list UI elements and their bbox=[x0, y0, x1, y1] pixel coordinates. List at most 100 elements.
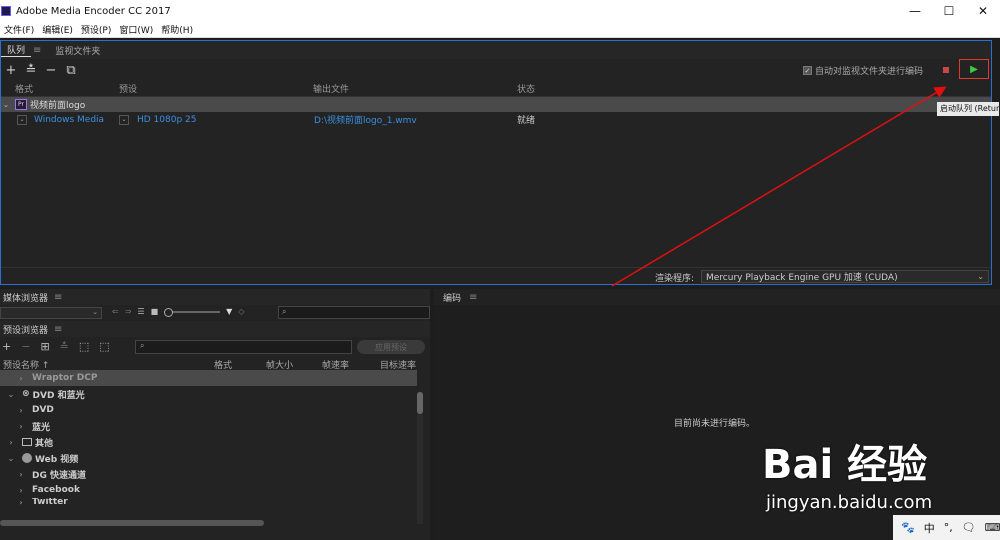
col-format[interactable]: 格式 bbox=[15, 82, 33, 95]
chevron-right-icon[interactable]: › bbox=[16, 374, 26, 383]
minimize-button[interactable]: — bbox=[898, 0, 932, 22]
close-button[interactable]: ✕ bbox=[966, 0, 1000, 22]
col-status[interactable]: 状态 bbox=[517, 82, 535, 95]
import-preset-icon[interactable]: ⬚ bbox=[79, 340, 89, 353]
item-output-file[interactable]: D:\视频前面logo_1.wmv bbox=[314, 113, 417, 126]
format-dropdown-icon[interactable]: ⌄ bbox=[17, 114, 27, 125]
menu-preset[interactable]: 预设(P) bbox=[77, 23, 115, 36]
menu-edit[interactable]: 编辑(E) bbox=[38, 23, 77, 36]
chevron-down-icon[interactable]: ⌄ bbox=[1, 100, 11, 109]
panel-menu-icon[interactable]: ≡ bbox=[54, 324, 62, 335]
chevron-right-icon[interactable]: › bbox=[16, 406, 26, 415]
preset-settings-icon[interactable]: ≛ bbox=[60, 340, 69, 353]
remove-preset-icon[interactable]: − bbox=[21, 340, 30, 353]
preset-row[interactable]: › Facebook bbox=[0, 482, 417, 498]
media-browser-title[interactable]: 媒体浏览器 bbox=[3, 291, 48, 304]
duplicate-icon[interactable]: ⧉ bbox=[61, 63, 81, 78]
start-queue-tooltip: 启动队列 (Return) bbox=[937, 102, 999, 116]
chevron-right-icon[interactable]: › bbox=[6, 438, 16, 447]
settings-sliders-icon[interactable]: ≛ bbox=[21, 63, 41, 78]
preset-row[interactable]: › 蓝光 bbox=[0, 418, 417, 434]
watermark-url: jingyan.baidu.com bbox=[766, 492, 933, 513]
preset-horizontal-scrollbar[interactable] bbox=[0, 520, 264, 526]
col-preset[interactable]: 预设 bbox=[119, 82, 137, 95]
back-icon[interactable]: ⇐ bbox=[112, 307, 119, 316]
encoding-title[interactable]: 编码 bbox=[443, 291, 461, 304]
renderer-value: Mercury Playback Engine GPU 加速 (CUDA) bbox=[706, 273, 898, 283]
monitor-icon bbox=[22, 438, 32, 446]
paw-icon[interactable]: 🐾 bbox=[901, 521, 915, 534]
start-queue-button[interactable]: ▶ bbox=[959, 59, 989, 79]
window-title: Adobe Media Encoder CC 2017 bbox=[16, 5, 171, 17]
punctuation-icon[interactable]: °, bbox=[944, 521, 953, 534]
filter-icon[interactable]: ▼ bbox=[226, 307, 232, 316]
chevron-right-icon[interactable]: › bbox=[16, 498, 26, 506]
item-format[interactable]: Windows Media bbox=[34, 115, 104, 125]
auto-watch-toggle[interactable]: ✓ 自动对监视文件夹进行编码 bbox=[802, 64, 923, 77]
preset-browser-header: 预设浏览器 ≡ bbox=[0, 321, 430, 337]
chat-icon[interactable]: 🗨 bbox=[962, 521, 976, 534]
maximize-button[interactable]: ☐ bbox=[932, 0, 966, 22]
preset-row[interactable]: › Twitter bbox=[0, 498, 417, 506]
group-name: 视频前面logo bbox=[30, 101, 86, 111]
chevron-down-icon[interactable]: ⌄ bbox=[6, 390, 16, 399]
chevron-down-icon[interactable]: ⌄ bbox=[6, 454, 16, 463]
preset-toolbar: + − ⊞ ≛ ⬚ ⬚ ⌕ 应用预设 bbox=[0, 337, 430, 357]
zoom-slider[interactable] bbox=[164, 307, 221, 317]
apply-preset-button[interactable]: 应用预设 bbox=[357, 340, 425, 354]
auto-watch-label: 自动对监视文件夹进行编码 bbox=[814, 67, 923, 77]
list-view-icon[interactable]: ☰ bbox=[137, 307, 144, 316]
stop-queue-button[interactable] bbox=[943, 67, 949, 73]
renderer-select[interactable]: Mercury Playback Engine GPU 加速 (CUDA) ⌄ bbox=[701, 270, 989, 283]
ime-chinese-indicator[interactable]: 中 bbox=[924, 520, 935, 536]
item-preset[interactable]: HD 1080p 25 bbox=[137, 115, 197, 125]
media-nav-icons: ⇐ ⇒ ☰ ■ ▼ ◇ bbox=[112, 307, 244, 317]
preset-row[interactable]: ⌄ ⊗ DVD 和蓝光 bbox=[0, 386, 417, 402]
preset-row-label: Facebook bbox=[32, 485, 80, 495]
panel-menu-icon[interactable]: ≡ bbox=[33, 45, 41, 56]
scrollbar-thumb[interactable] bbox=[417, 392, 423, 414]
preset-tool-icons: + − ⊞ ≛ ⬚ ⬚ bbox=[2, 340, 110, 353]
remove-icon[interactable]: − bbox=[41, 63, 61, 78]
tab-queue[interactable]: 队列 bbox=[1, 43, 32, 57]
chevron-right-icon[interactable]: › bbox=[16, 486, 26, 495]
location-dropdown[interactable]: ⌄ bbox=[0, 307, 102, 319]
add-source-icon[interactable]: + bbox=[1, 63, 21, 78]
chevron-right-icon[interactable]: › bbox=[16, 470, 26, 479]
tab-watch-folders[interactable]: 监视文件夹 bbox=[49, 44, 106, 57]
panel-menu-icon[interactable]: ≡ bbox=[54, 292, 62, 303]
chevron-right-icon[interactable]: › bbox=[16, 422, 26, 431]
menu-window[interactable]: 窗口(W) bbox=[115, 23, 157, 36]
preset-row[interactable]: › 其他 bbox=[0, 434, 417, 450]
preset-row[interactable]: › DG 快速通道 bbox=[0, 466, 417, 482]
queue-group-row[interactable]: ⌄ Pr 视频前面logo bbox=[1, 97, 991, 112]
export-preset-icon[interactable]: ⬚ bbox=[99, 340, 109, 353]
forward-icon[interactable]: ⇒ bbox=[125, 307, 132, 316]
queue-item-row[interactable]: ⌄ Windows Media ⌄ HD 1080p 25 D:\视频前面log… bbox=[1, 112, 991, 127]
preset-search-input[interactable]: ⌕ bbox=[135, 340, 352, 354]
menu-help[interactable]: 帮助(H) bbox=[157, 23, 197, 36]
auto-watch-checkbox[interactable]: ✓ bbox=[802, 66, 812, 75]
globe-icon bbox=[22, 453, 32, 463]
media-search-input[interactable]: ⌕ bbox=[278, 306, 430, 319]
new-group-icon[interactable]: ⊞ bbox=[40, 340, 49, 353]
preset-row[interactable]: › DVD bbox=[0, 402, 417, 418]
preset-row[interactable]: › Wraptor DCP bbox=[0, 370, 417, 386]
col-output[interactable]: 输出文件 bbox=[313, 82, 349, 95]
thumbnail-view-icon[interactable]: ■ bbox=[151, 307, 159, 316]
queue-toolbar: + ≛ − ⧉ ✓ 自动对监视文件夹进行编码 ▶ 启动队列 (Return) bbox=[1, 59, 999, 116]
disc-icon: ⊗ bbox=[22, 389, 30, 399]
preset-row-label: Wraptor DCP bbox=[32, 373, 98, 383]
add-preset-icon[interactable]: + bbox=[2, 340, 11, 353]
app-icon bbox=[1, 6, 11, 16]
preset-row[interactable]: ⌄ Web 视频 bbox=[0, 450, 417, 466]
preset-browser-title[interactable]: 预设浏览器 bbox=[3, 323, 48, 336]
preset-vertical-scrollbar[interactable] bbox=[417, 392, 423, 524]
view-icon[interactable]: ◇ bbox=[238, 307, 244, 316]
preset-dropdown-icon[interactable]: ⌄ bbox=[119, 114, 129, 125]
premiere-icon: Pr bbox=[15, 99, 27, 110]
menu-file[interactable]: 文件(F) bbox=[0, 23, 38, 36]
panel-menu-icon[interactable]: ≡ bbox=[469, 292, 477, 303]
keyboard-icon[interactable]: ⌨ bbox=[985, 521, 1000, 534]
preset-tree: › Wraptor DCP ⌄ ⊗ DVD 和蓝光 › DVD › 蓝光 › 其… bbox=[0, 370, 417, 506]
